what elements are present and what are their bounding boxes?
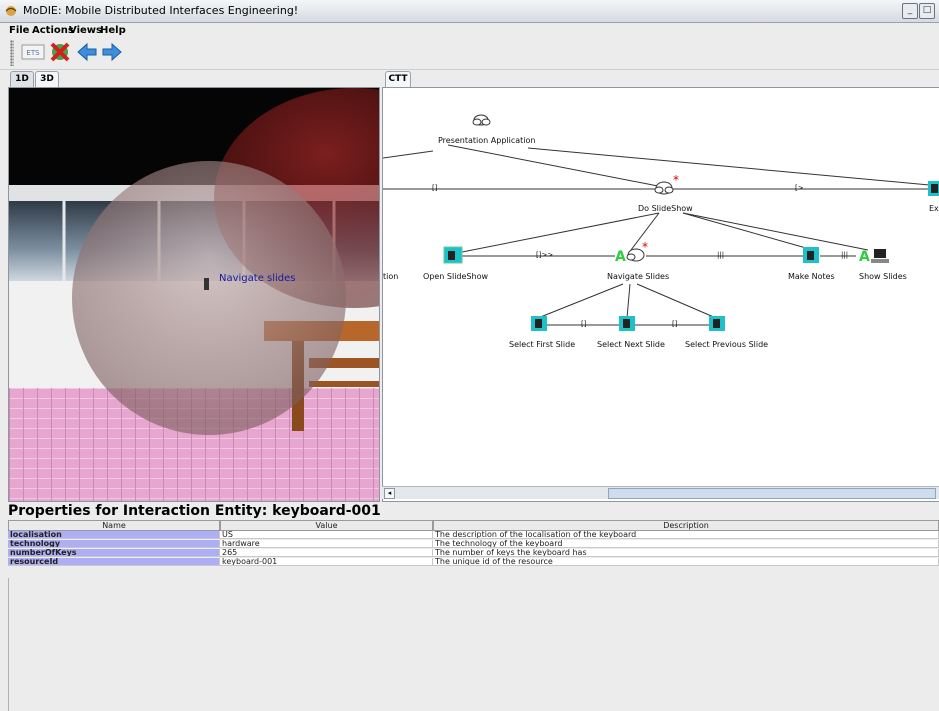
toolbar-grip[interactable] bbox=[10, 40, 14, 66]
node-make-notes[interactable]: Make Notes bbox=[788, 272, 835, 281]
interaction-task-icon[interactable] bbox=[443, 246, 463, 264]
ctt-horizontal-scrollbar[interactable]: ◂ bbox=[382, 486, 939, 499]
menu-views[interactable]: Views bbox=[69, 25, 102, 36]
operator-choice: [] bbox=[672, 320, 678, 328]
menu-file[interactable]: File bbox=[9, 25, 29, 36]
svg-text:*: * bbox=[673, 173, 679, 187]
svg-text:*: * bbox=[642, 240, 648, 254]
svg-text:ETS: ETS bbox=[26, 49, 40, 57]
node-open-slideshow[interactable]: Open SlideShow bbox=[423, 272, 488, 281]
svg-text:A: A bbox=[859, 249, 870, 265]
operator-interleaving: ||| bbox=[841, 251, 849, 259]
interaction-task-icon[interactable] bbox=[803, 247, 819, 263]
title-bar: MoDIE: Mobile Distributed Interfaces Eng… bbox=[0, 0, 939, 23]
forward-button[interactable] bbox=[100, 40, 124, 64]
interaction-task-icon[interactable] bbox=[709, 316, 725, 331]
node-show-slides[interactable]: Show Slides bbox=[859, 272, 907, 281]
cell-name[interactable]: technology bbox=[8, 540, 220, 548]
x-stop-icon bbox=[50, 42, 70, 62]
operator-choice: [] bbox=[432, 184, 438, 192]
scrollbar-thumb[interactable] bbox=[608, 488, 936, 499]
cell-description[interactable]: The number of keys the keyboard has bbox=[433, 549, 939, 557]
cloud-icon[interactable]: * bbox=[654, 173, 679, 195]
interaction-task-icon[interactable] bbox=[928, 181, 939, 196]
cloud-icon[interactable] bbox=[472, 114, 491, 126]
tab-1d[interactable]: 1D bbox=[10, 71, 34, 87]
table-header: Name Value Description bbox=[8, 520, 939, 531]
scene-3d-viewport[interactable]: Navigate slides bbox=[8, 87, 380, 502]
column-header-name[interactable]: Name bbox=[8, 520, 220, 531]
interaction-task-icon[interactable] bbox=[619, 316, 635, 331]
operator-choice: [] bbox=[581, 320, 587, 328]
scene-3d: Navigate slides bbox=[9, 88, 379, 501]
operator-interleaving: ||| bbox=[717, 251, 725, 259]
cell-value[interactable]: hardware bbox=[220, 540, 433, 548]
cell-value[interactable]: US bbox=[220, 531, 433, 539]
app-icon bbox=[5, 6, 17, 16]
ets-icon: ETS bbox=[21, 44, 45, 60]
cell-name[interactable]: localisation bbox=[8, 531, 220, 539]
cell-description[interactable]: The unique id of the resource bbox=[433, 558, 939, 566]
menu-bar: File Actions Views Help bbox=[0, 23, 939, 38]
minimize-button[interactable]: _ bbox=[902, 3, 918, 19]
ets-button[interactable]: ETS bbox=[21, 40, 45, 64]
menu-help[interactable]: Help bbox=[100, 25, 126, 36]
arrow-left-icon bbox=[77, 42, 97, 62]
abstract-cloud-icon[interactable]: A * bbox=[615, 240, 648, 265]
node-select-previous-slide[interactable]: Select Previous Slide bbox=[685, 340, 768, 349]
back-button[interactable] bbox=[75, 40, 99, 64]
cell-value[interactable]: 265 bbox=[220, 549, 433, 557]
operator-disabling: [> bbox=[795, 184, 804, 192]
table-row[interactable]: resourceId keyboard-001 The unique id of… bbox=[8, 558, 939, 567]
node-exit-partial[interactable]: Ex bbox=[929, 204, 939, 213]
arrow-right-icon bbox=[102, 42, 122, 62]
table-row[interactable]: localisation US The description of the l… bbox=[8, 531, 939, 540]
toolbar: ETS bbox=[0, 38, 939, 70]
table-row[interactable]: numberOfKeys 265 The number of keys the … bbox=[8, 549, 939, 558]
operator-enabling-info: []>> bbox=[536, 251, 554, 259]
scene-label: Navigate slides bbox=[219, 273, 296, 284]
node-left-partial[interactable]: tion bbox=[383, 272, 398, 281]
interaction-task-icon[interactable] bbox=[531, 316, 547, 331]
stop-button[interactable] bbox=[48, 40, 72, 64]
table-row[interactable]: technology hardware The technology of th… bbox=[8, 540, 939, 549]
maximize-button[interactable]: □ bbox=[919, 3, 935, 19]
cell-description[interactable]: The description of the localisation of t… bbox=[433, 531, 939, 539]
node-navigate-slides[interactable]: Navigate Slides bbox=[607, 272, 669, 281]
tab-3d[interactable]: 3D bbox=[35, 71, 59, 87]
column-header-value[interactable]: Value bbox=[220, 520, 433, 531]
cell-value[interactable]: keyboard-001 bbox=[220, 558, 433, 566]
menu-actions[interactable]: Actions bbox=[32, 25, 74, 36]
node-select-first-slide[interactable]: Select First Slide bbox=[509, 340, 575, 349]
cell-name[interactable]: resourceId bbox=[8, 558, 220, 566]
cell-description[interactable]: The technology of the keyboard bbox=[433, 540, 939, 548]
scroll-left-arrow-icon[interactable]: ◂ bbox=[384, 488, 395, 499]
column-header-description[interactable]: Description bbox=[433, 520, 939, 531]
computer-icon[interactable]: A bbox=[859, 249, 889, 265]
cell-name[interactable]: numberOfKeys bbox=[8, 549, 220, 557]
properties-title: Properties for Interaction Entity: keybo… bbox=[8, 503, 381, 519]
node-presentation-application[interactable]: Presentation Application bbox=[438, 136, 535, 145]
node-do-slideshow[interactable]: Do SlideShow bbox=[638, 204, 693, 213]
svg-text:A: A bbox=[615, 249, 626, 265]
window-title: MoDIE: Mobile Distributed Interfaces Eng… bbox=[23, 4, 299, 17]
node-select-next-slide[interactable]: Select Next Slide bbox=[597, 340, 665, 349]
ctt-tree: * A * A bbox=[383, 114, 939, 331]
keyboard-object-icon[interactable] bbox=[204, 278, 209, 290]
ctt-task-model-canvas[interactable]: * A * A Presentation Application Do Slid… bbox=[382, 87, 939, 502]
tab-ctt[interactable]: CTT bbox=[385, 71, 411, 87]
properties-empty-area bbox=[8, 578, 939, 711]
